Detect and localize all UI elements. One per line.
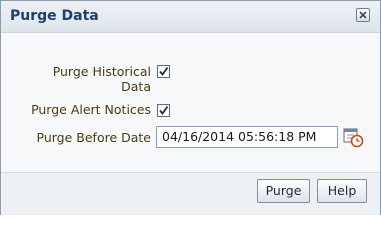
- purge-before-date-input[interactable]: 04/16/2014 05:56:18 PM: [156, 126, 338, 148]
- purge-historical-label-line1: Purge Historical: [52, 64, 151, 79]
- purge-historical-checkbox[interactable]: [157, 65, 170, 78]
- purge-data-dialog: Purge Data Purge Historical Data Purge A…: [0, 0, 381, 215]
- purge-before-label: Purge Before Date: [36, 130, 151, 145]
- purge-alerts-label: Purge Alert Notices: [31, 102, 151, 117]
- purge-historical-label-line2: Data: [121, 79, 151, 94]
- checkmark-icon: [159, 105, 169, 115]
- dialog-title: Purge Data: [10, 8, 99, 24]
- purge-historical-label: Purge Historical Data: [41, 64, 151, 94]
- dialog-titlebar: Purge Data: [1, 1, 380, 33]
- calendar-clock-icon[interactable]: [342, 126, 364, 148]
- purge-button[interactable]: Purge: [257, 179, 310, 203]
- checkmark-icon: [159, 66, 169, 76]
- purge-alerts-checkbox[interactable]: [157, 104, 170, 117]
- help-button[interactable]: Help: [317, 179, 367, 203]
- close-icon[interactable]: [356, 8, 370, 22]
